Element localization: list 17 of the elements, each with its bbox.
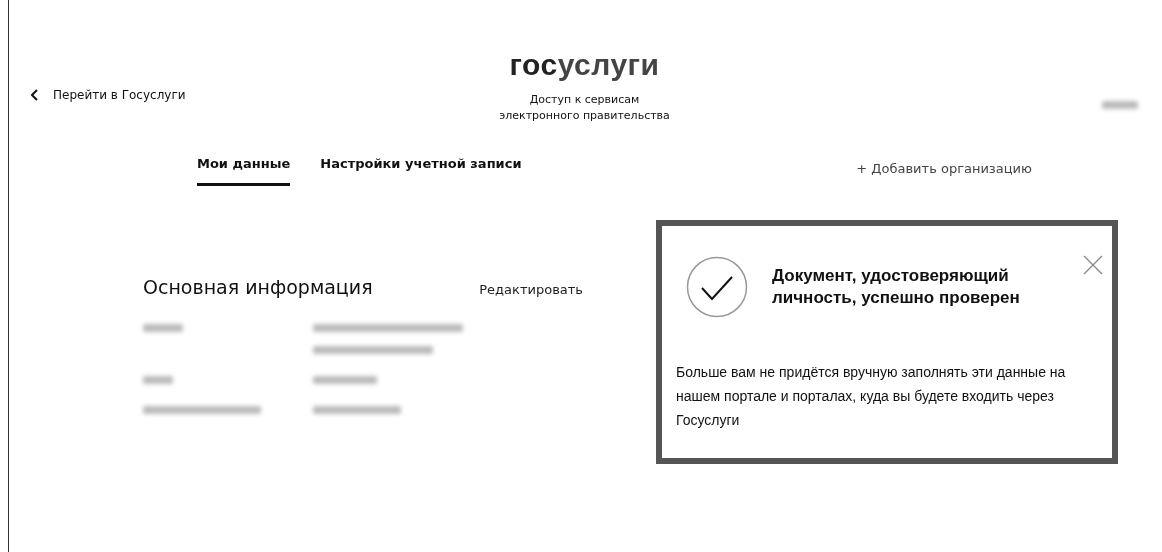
redacted-text — [143, 324, 183, 332]
section-title: Основная информация — [143, 276, 373, 298]
redacted-text — [143, 376, 173, 384]
checkmark-circle-icon — [686, 256, 748, 318]
redacted-text — [1102, 101, 1138, 109]
logo-subtitle: Доступ к сервисам электронного правительства — [499, 92, 670, 124]
notification-title: Документ, удостоверяющий личность, успешно проверен — [772, 265, 1021, 309]
tab[interactable]: Мои данные — [197, 150, 291, 186]
redacted-text — [313, 376, 377, 384]
notification-text: Больше вам не придётся вручную заполнять эти данные на нашем портале и порталах, куда вы будете входить через Госуслуги — [676, 363, 1067, 430]
add-organization-link[interactable]: + Добавить организацию — [856, 160, 1032, 176]
tab[interactable]: Настройки учетной записи — [320, 150, 522, 186]
chevron-left-icon — [31, 89, 39, 101]
back-link[interactable]: Перейти в Госуслуги — [31, 88, 500, 102]
logo: госуслуги — [509, 48, 660, 82]
edit-link[interactable]: Редактировать — [479, 282, 583, 297]
close-button[interactable] — [1082, 254, 1104, 276]
